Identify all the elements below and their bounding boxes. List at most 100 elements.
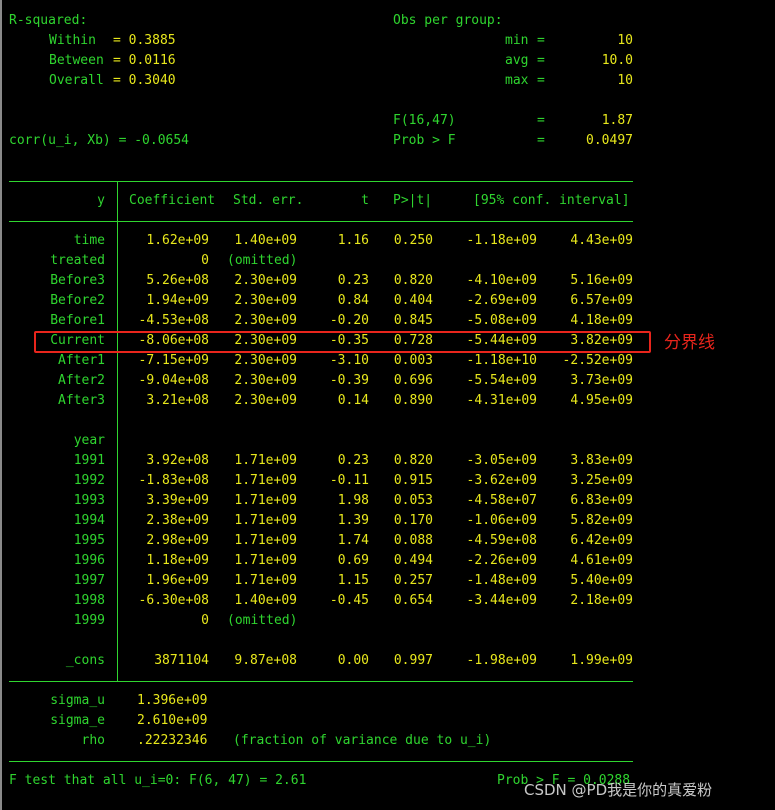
within-label: Within	[49, 33, 96, 48]
t-cell	[305, 431, 369, 451]
p-cell: 0.053	[393, 493, 433, 508]
ci-high-cell: 5.40e+09	[570, 573, 633, 588]
row-label: 1994	[73, 513, 105, 528]
r-squared-label: R-squared:	[9, 13, 88, 28]
row-label: After2	[58, 373, 105, 388]
coef-cell: -4.53e+08	[138, 313, 209, 328]
t-cell: 1.98	[337, 493, 369, 508]
ci-low-cell	[441, 411, 537, 431]
row-label	[9, 411, 105, 431]
se-cell: 1.71e+09	[234, 553, 297, 568]
rho-note: (fraction of variance due to u_i)	[233, 733, 492, 748]
p-cell: 0.820	[393, 273, 433, 288]
avg-label: avg	[505, 53, 529, 68]
p-cell	[377, 251, 433, 271]
overall-value: = 0.3040	[113, 73, 176, 88]
se-cell	[225, 431, 297, 451]
se-cell	[225, 411, 297, 431]
row-label: After3	[58, 393, 105, 408]
se-cell: 9.87e+08	[234, 653, 297, 668]
ci-low-cell: -5.54e+09	[466, 373, 537, 388]
p-cell	[377, 431, 433, 451]
obs-per-group-label: Obs per group:	[393, 13, 503, 28]
prob-f-eq: =	[537, 133, 545, 148]
ci-high-cell	[545, 411, 633, 431]
p-cell: 0.890	[393, 393, 433, 408]
t-cell: 1.15	[337, 573, 369, 588]
col-header-coefficient: Coefficient	[129, 193, 216, 208]
avg-eq: =	[537, 53, 545, 68]
se-cell: 1.71e+09	[234, 453, 297, 468]
p-cell: 0.997	[393, 653, 433, 668]
ci-high-cell	[545, 431, 633, 451]
max-label: max	[505, 73, 529, 88]
se-cell: 1.71e+09	[234, 493, 297, 508]
t-cell: 0.00	[337, 653, 369, 668]
row-label	[9, 631, 105, 651]
ci-high-cell: 3.83e+09	[570, 453, 633, 468]
coef-cell: 3.21e+08	[146, 393, 209, 408]
se-cell: (omitted)	[227, 613, 298, 628]
t-cell	[305, 611, 369, 631]
ci-low-cell: -1.98e+09	[466, 653, 537, 668]
t-cell: -0.39	[329, 373, 369, 388]
sigma-u-value: 1.396e+09	[137, 693, 208, 708]
se-cell: 1.71e+09	[234, 513, 297, 528]
table-header-rule	[9, 221, 633, 222]
p-cell	[377, 631, 433, 651]
ci-high-cell: 2.18e+09	[570, 593, 633, 608]
ci-high-cell: 4.61e+09	[570, 553, 633, 568]
ci-high-cell: 1.99e+09	[570, 653, 633, 668]
t-cell	[305, 251, 369, 271]
ci-low-cell	[441, 251, 537, 271]
ci-low-cell: -1.18e+09	[466, 233, 537, 248]
row-label: 1998	[73, 593, 105, 608]
coef-cell: 3.39e+09	[146, 493, 209, 508]
t-cell: -0.45	[329, 593, 369, 608]
se-cell	[225, 631, 297, 651]
row-label: year	[73, 433, 105, 448]
ci-low-cell: -1.18e+10	[466, 353, 537, 368]
coef-cell: -6.30e+08	[138, 593, 209, 608]
row-label: After1	[58, 353, 105, 368]
coef-cell	[121, 631, 209, 651]
ci-high-cell: -2.52e+09	[562, 353, 633, 368]
se-cell: 1.40e+09	[234, 593, 297, 608]
rho-label: rho	[81, 733, 105, 748]
p-cell: 0.654	[393, 593, 433, 608]
row-label: 1991	[73, 453, 105, 468]
p-cell: 0.003	[393, 353, 433, 368]
t-cell: 1.74	[337, 533, 369, 548]
coef-cell: 1.96e+09	[146, 573, 209, 588]
coef-cell: 5.26e+08	[146, 273, 209, 288]
row-label: time	[73, 233, 105, 248]
ci-high-cell: 4.95e+09	[570, 393, 633, 408]
row-label: 1997	[73, 573, 105, 588]
p-cell: 0.404	[393, 293, 433, 308]
se-cell: 2.30e+09	[234, 273, 297, 288]
ci-high-cell: 4.18e+09	[570, 313, 633, 328]
coef-cell: 2.98e+09	[146, 533, 209, 548]
row-label: _cons	[65, 653, 105, 668]
ci-low-cell: -1.06e+09	[466, 513, 537, 528]
highlight-annotation-label: 分界线	[664, 333, 715, 353]
p-cell	[377, 411, 433, 431]
row-label: 1999	[73, 613, 105, 628]
between-label: Between	[49, 53, 104, 68]
t-cell: 0.23	[337, 273, 369, 288]
ci-high-cell	[545, 251, 633, 271]
se-cell: 2.30e+09	[234, 313, 297, 328]
ci-high-cell: 5.16e+09	[570, 273, 633, 288]
ci-low-cell	[441, 431, 537, 451]
row-label: 1996	[73, 553, 105, 568]
sigma-u-label: sigma_u	[50, 693, 105, 708]
min-eq: =	[537, 33, 545, 48]
t-cell: 0.14	[337, 393, 369, 408]
within-value: = 0.3885	[113, 33, 176, 48]
coef-cell: -7.15e+09	[138, 353, 209, 368]
coef-cell	[121, 431, 209, 451]
col-header-y: y	[97, 193, 105, 208]
t-cell: -3.10	[329, 353, 369, 368]
ci-high-cell	[545, 631, 633, 651]
max-value: 10	[617, 73, 633, 88]
